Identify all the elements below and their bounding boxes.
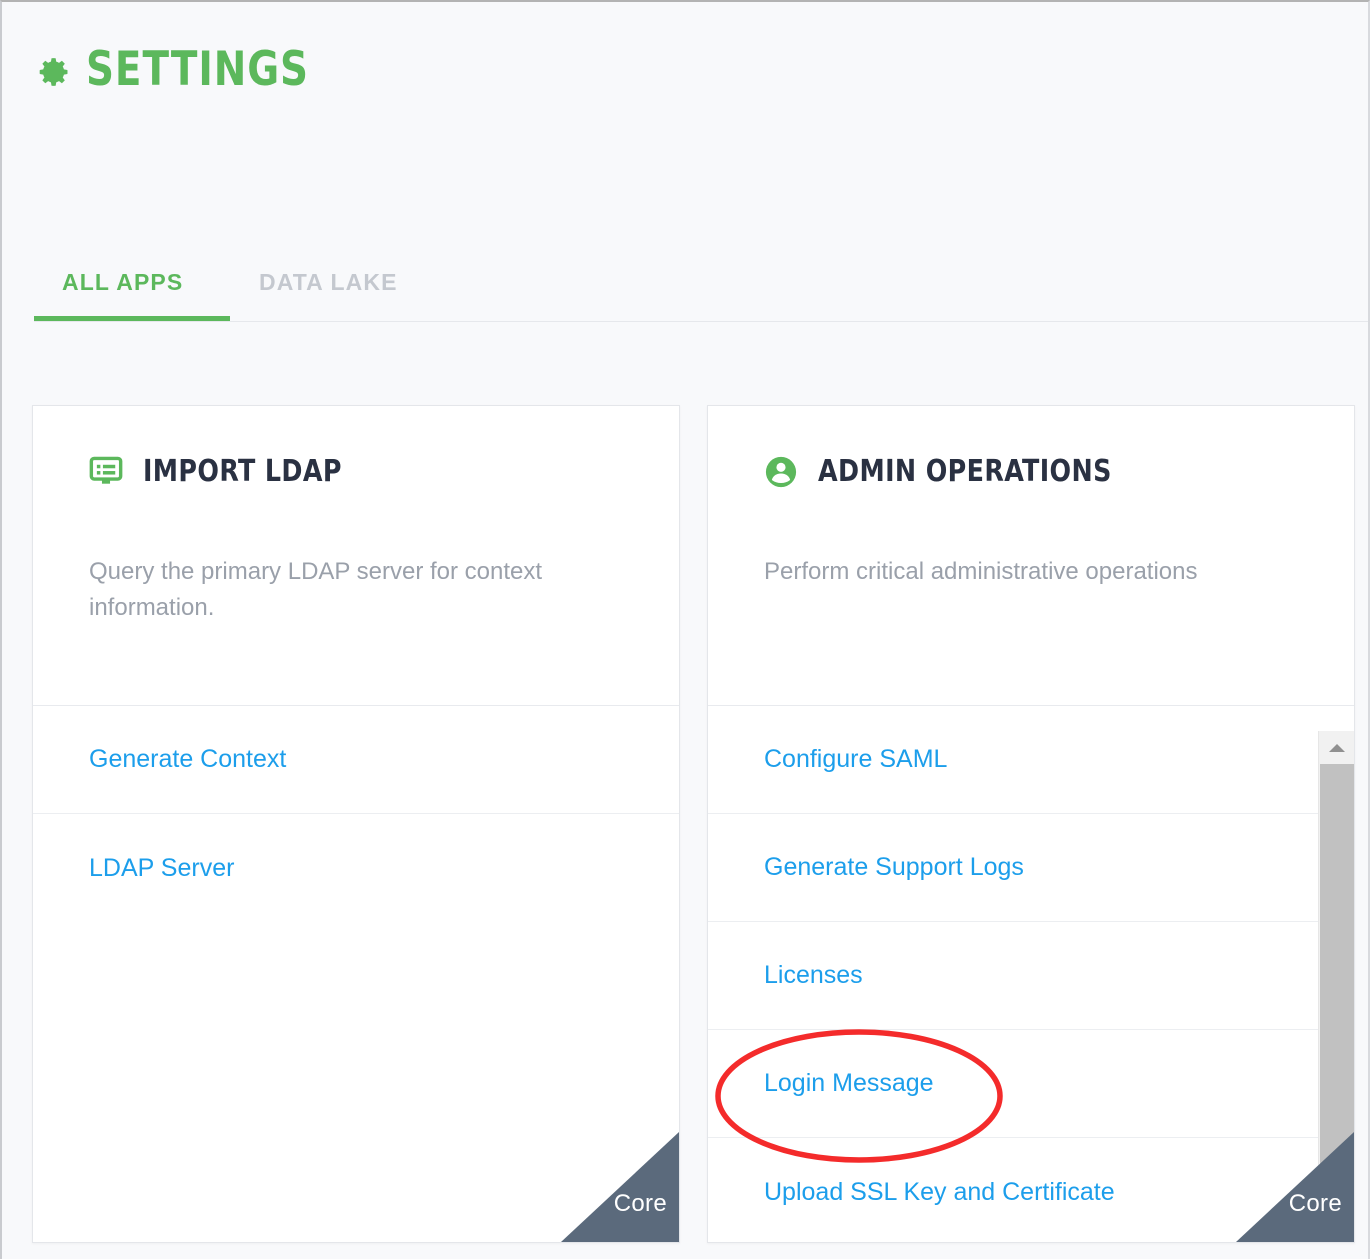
chevron-up-icon [1328,744,1345,752]
link-generate-context[interactable]: Generate Context [89,745,286,774]
link-upload-ssl-key-and-certificate[interactable]: Upload SSL Key and Certificate [764,1178,1115,1207]
core-badge-import-ldap: Core [561,1132,679,1242]
card-header-import-ldap: IMPORT LDAP Query the primary LDAP serve… [33,406,679,706]
link-login-message[interactable]: Login Message [764,1069,934,1098]
list-item[interactable]: Upload SSL Key and Certificate [708,1138,1354,1242]
card-title-import-ldap: IMPORT LDAP [143,454,342,489]
card-description-admin-operations: Perform critical administrative operatio… [764,558,1198,585]
card-import-ldap: IMPORT LDAP Query the primary LDAP serve… [32,405,680,1243]
scrollbar-thumb[interactable] [1320,764,1354,1181]
list-item[interactable]: Generate Context [33,706,679,814]
gear-icon [39,57,68,86]
list-item[interactable]: Licenses [708,922,1354,1030]
link-ldap-server[interactable]: LDAP Server [89,854,234,883]
tab-bar: ALL APPS DATA LAKE [2,242,1368,322]
link-generate-support-logs[interactable]: Generate Support Logs [764,853,1024,882]
core-badge-label: Core [613,1190,667,1217]
tab-all-apps[interactable]: ALL APPS [62,242,183,322]
page-title: SETTINGS [86,42,309,97]
settings-page: SETTINGS ALL APPS DATA LAKE IMPORT LDAP … [0,0,1370,1259]
link-licenses[interactable]: Licenses [764,961,863,990]
card-title-admin-operations: ADMIN OPERATIONS [818,454,1112,489]
ribbon-triangle [561,1132,679,1242]
card-admin-operations: ADMIN OPERATIONS Perform critical admini… [707,405,1355,1243]
active-tab-indicator [34,316,230,321]
link-configure-saml[interactable]: Configure SAML [764,745,947,774]
card-description-import-ldap: Query the primary LDAP server for contex… [89,558,543,621]
list-screen-icon [89,456,123,484]
card-link-list-import-ldap: Generate Context LDAP Server [33,706,679,922]
list-item[interactable]: Login Message [708,1030,1354,1138]
tab-data-lake[interactable]: DATA LAKE [259,242,398,322]
page-header: SETTINGS [34,46,328,93]
tab-bar-divider [34,321,1368,322]
vertical-scrollbar[interactable] [1318,731,1354,1242]
card-header-admin-operations: ADMIN OPERATIONS Perform critical admini… [708,406,1354,706]
card-link-list-admin-operations: Configure SAML Generate Support Logs Lic… [708,706,1354,1242]
scroll-up-button[interactable] [1319,731,1354,764]
list-item[interactable]: Configure SAML [708,706,1354,814]
list-item[interactable]: LDAP Server [33,814,679,922]
list-item[interactable]: Generate Support Logs [708,814,1354,922]
user-circle-icon [765,456,797,487]
